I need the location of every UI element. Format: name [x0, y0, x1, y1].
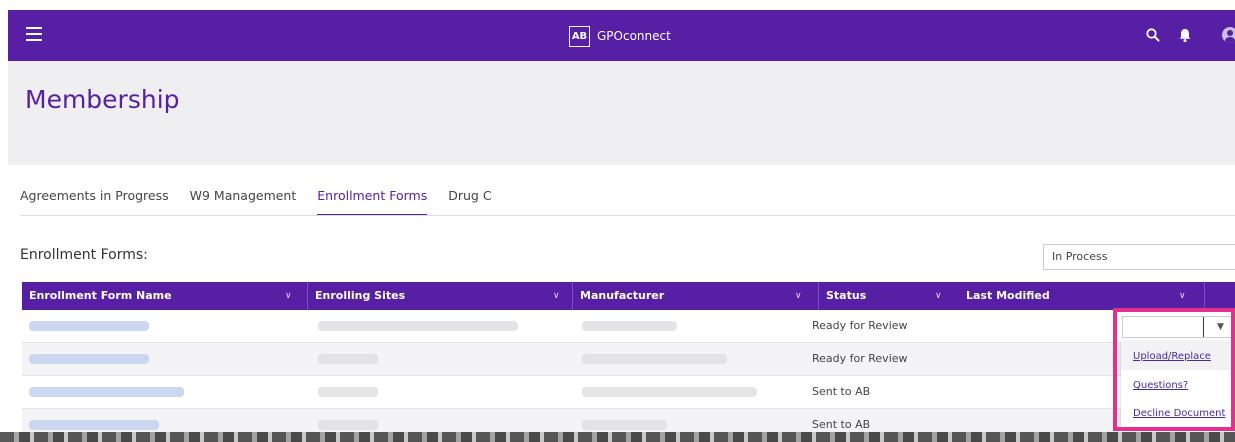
redacted-enrolling-sites [318, 387, 378, 397]
redacted-manufacturer [582, 387, 757, 397]
status-filter-select[interactable]: In Process [1043, 244, 1235, 270]
top-bar: AB GPOconnect [8, 10, 1235, 61]
table-row[interactable]: Ready for Review [22, 343, 1235, 376]
table-row[interactable]: Sent to AB [22, 376, 1235, 409]
chevron-down-icon: ∨ [935, 291, 942, 301]
chevron-down-icon: ∨ [285, 291, 292, 301]
tab-w9-management[interactable]: W9 Management [190, 185, 297, 214]
redacted-form-name-link[interactable] [29, 354, 149, 364]
table-header: Enrollment Form Name ∨ Enrolling Sites ∨… [22, 282, 1235, 310]
redacted-form-name-link[interactable] [29, 420, 159, 430]
status-cell: Sent to AB [812, 385, 871, 398]
redacted-form-name-link[interactable] [29, 321, 149, 331]
redacted-manufacturer [582, 321, 677, 331]
redacted-bottom-strip [0, 432, 1235, 442]
page-header: Membership [8, 61, 1235, 165]
brand-name: GPOconnect [597, 29, 671, 43]
column-header-last-modified[interactable]: Last Modified ∨ [959, 282, 1199, 310]
column-label: Manufacturer [580, 289, 665, 302]
tab-enrollment-forms[interactable]: Enrollment Forms [317, 185, 428, 216]
redacted-manufacturer [582, 354, 727, 364]
column-label: Enrollment Form Name [29, 289, 172, 302]
tab-drug-c[interactable]: Drug C [448, 185, 491, 214]
column-header-enrolling-sites[interactable]: Enrolling Sites ∨ [308, 282, 572, 310]
redacted-form-name-link[interactable] [29, 387, 184, 397]
column-label: Enrolling Sites [315, 289, 406, 302]
chevron-down-icon: ∨ [795, 291, 802, 301]
tab-agreements-in-progress[interactable]: Agreements in Progress [20, 185, 169, 214]
table-row[interactable]: Ready for Review [22, 310, 1235, 343]
redacted-enrolling-sites [318, 354, 378, 364]
annotation-highlight-box [1113, 308, 1235, 431]
redacted-manufacturer [582, 420, 667, 430]
brand[interactable]: AB GPOconnect [569, 25, 671, 47]
bell-icon[interactable] [1177, 27, 1193, 43]
section-title: Enrollment Forms: [20, 247, 148, 263]
column-header-status[interactable]: Status ∨ [819, 282, 954, 310]
page-title: Membership [25, 85, 180, 114]
chevron-down-icon: ∨ [553, 291, 560, 301]
column-separator [1204, 282, 1205, 310]
column-header-manufacturer[interactable]: Manufacturer ∨ [573, 282, 818, 310]
status-cell: Ready for Review [812, 319, 908, 332]
tabs-divider [20, 215, 1235, 216]
chevron-down-icon: ∨ [1179, 291, 1186, 301]
column-header-enrollment-form-name[interactable]: Enrollment Form Name ∨ [22, 282, 307, 310]
brand-logo: AB [569, 25, 590, 47]
avatar-icon[interactable] [1222, 27, 1235, 43]
redacted-enrolling-sites [318, 420, 378, 430]
redacted-enrolling-sites [318, 321, 518, 331]
search-icon[interactable] [1145, 27, 1161, 43]
tab-bar: Agreements in Progress W9 Management Enr… [20, 185, 513, 216]
status-cell: Ready for Review [812, 352, 908, 365]
column-label: Last Modified [966, 289, 1050, 302]
left-gutter [0, 0, 8, 442]
menu-icon[interactable] [26, 27, 42, 41]
column-label: Status [826, 289, 867, 302]
